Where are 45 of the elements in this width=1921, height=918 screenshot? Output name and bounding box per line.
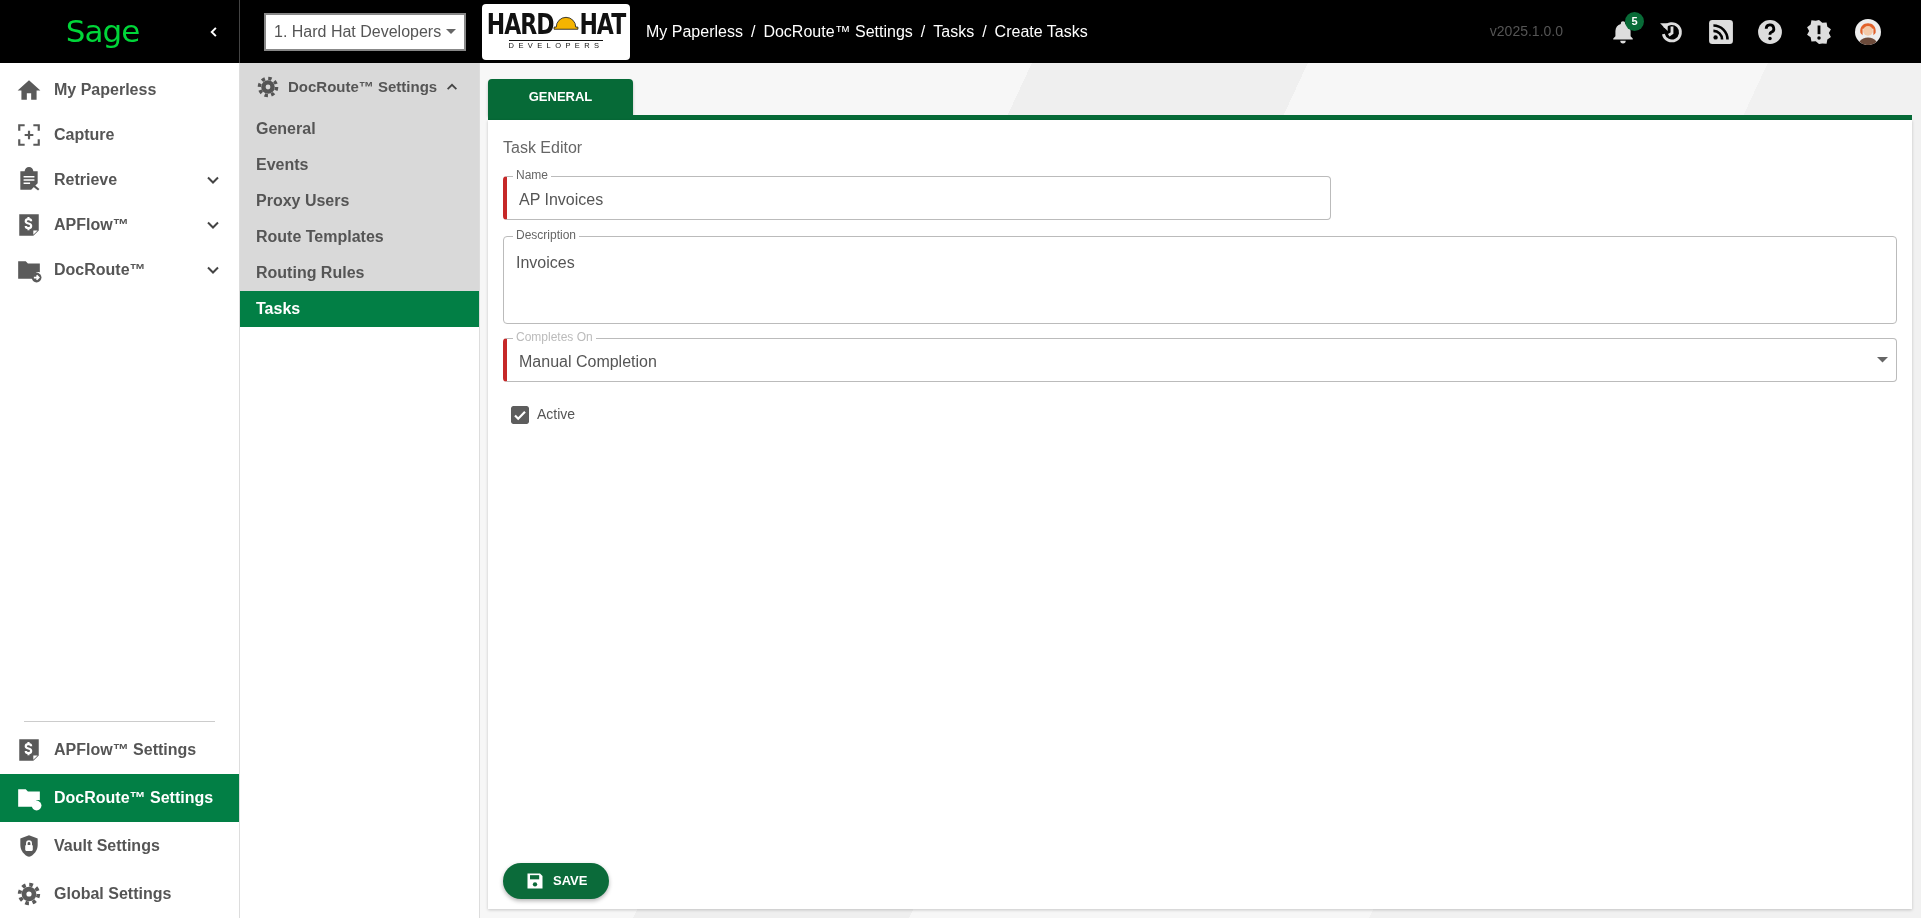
breadcrumb-separator: / [920,21,926,42]
form-title: Task Editor [503,138,584,158]
sidebar-item[interactable]: DocRoute™ Settings [0,774,239,822]
sidebar-item[interactable]: Global Settings [0,870,239,918]
dollar-document-icon [16,211,42,238]
sidebar-item[interactable]: DocRoute™ [0,247,239,292]
version-text: v2025.1.0.0 [1489,22,1563,41]
sidebar-item[interactable]: Vault Settings [0,822,239,870]
sidebar-item[interactable]: Retrieve [0,157,239,202]
breadcrumb-link[interactable]: Tasks [933,19,975,44]
caret-icon [446,28,456,35]
capture-icon [16,121,42,148]
sidebar-item[interactable]: My Paperless [0,67,239,112]
checkbox[interactable] [511,405,529,424]
submenu-item[interactable]: Events [240,147,479,183]
checkbox-label: Active [537,405,576,424]
rss-icon[interactable] [1708,18,1734,45]
help-icon[interactable] [1757,18,1783,45]
logo: Sage [65,12,140,52]
avatar[interactable] [1855,18,1881,45]
field-label: Completes On [513,330,596,344]
save-button[interactable]: SAVE [503,863,610,899]
breadcrumb-link[interactable]: DocRoute™ Settings [763,19,913,44]
sidebar-item[interactable]: APFlow™ Settings [0,726,239,774]
submenu-header[interactable]: DocRoute™ Settings [240,63,479,111]
submenu-item[interactable]: Routing Rules [240,255,479,291]
alert-icon[interactable] [1806,18,1832,45]
gear-icon [256,75,280,99]
tab[interactable]: GENERAL [488,79,633,115]
submenu-item[interactable]: General [240,111,479,147]
breadcrumb-link[interactable]: My Paperless [646,19,743,44]
breadcrumb-link[interactable]: Create Tasks [994,19,1088,44]
bell-icon[interactable] [1610,18,1636,45]
company-dropdown[interactable]: 1. Hard Hat Developers [264,12,466,51]
submenu-item[interactable]: Route Templates [240,219,479,255]
sidebar-item[interactable]: APFlow™ [0,202,239,247]
caret-icon [1877,356,1888,364]
breadcrumb-separator: / [982,21,987,42]
breadcrumb-separator: / [750,21,756,42]
submenu-item[interactable]: Proxy Users [240,183,479,219]
sidebar-item[interactable]: Capture [0,112,239,157]
gear-icon [16,881,42,907]
submenu-item[interactable]: Tasks [240,291,479,327]
dollar-document-icon [16,737,42,763]
notification-badge: 5 [1625,11,1644,31]
